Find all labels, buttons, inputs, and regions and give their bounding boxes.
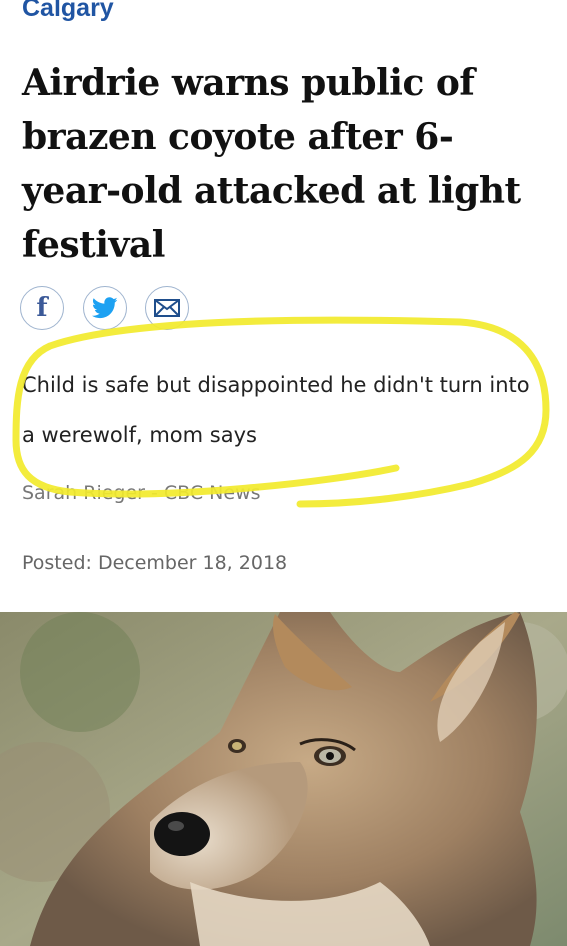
facebook-icon: f — [36, 293, 48, 323]
coyote-photo — [0, 612, 567, 946]
email-share-button[interactable] — [145, 286, 189, 330]
twitter-icon — [92, 297, 118, 319]
author-byline[interactable]: Sarah Rieger - CBC News — [22, 482, 261, 504]
email-icon — [154, 299, 180, 317]
article-headline: Airdrie warns public of brazen coyote af… — [22, 62, 521, 266]
posted-date: Posted: December 18, 2018 — [22, 552, 288, 574]
twitter-share-button[interactable] — [83, 286, 127, 330]
article-subheadline: Child is safe but disappointed he didn't… — [22, 373, 530, 447]
facebook-share-button[interactable]: f — [20, 286, 64, 330]
section-label[interactable]: Calgary — [22, 0, 114, 23]
